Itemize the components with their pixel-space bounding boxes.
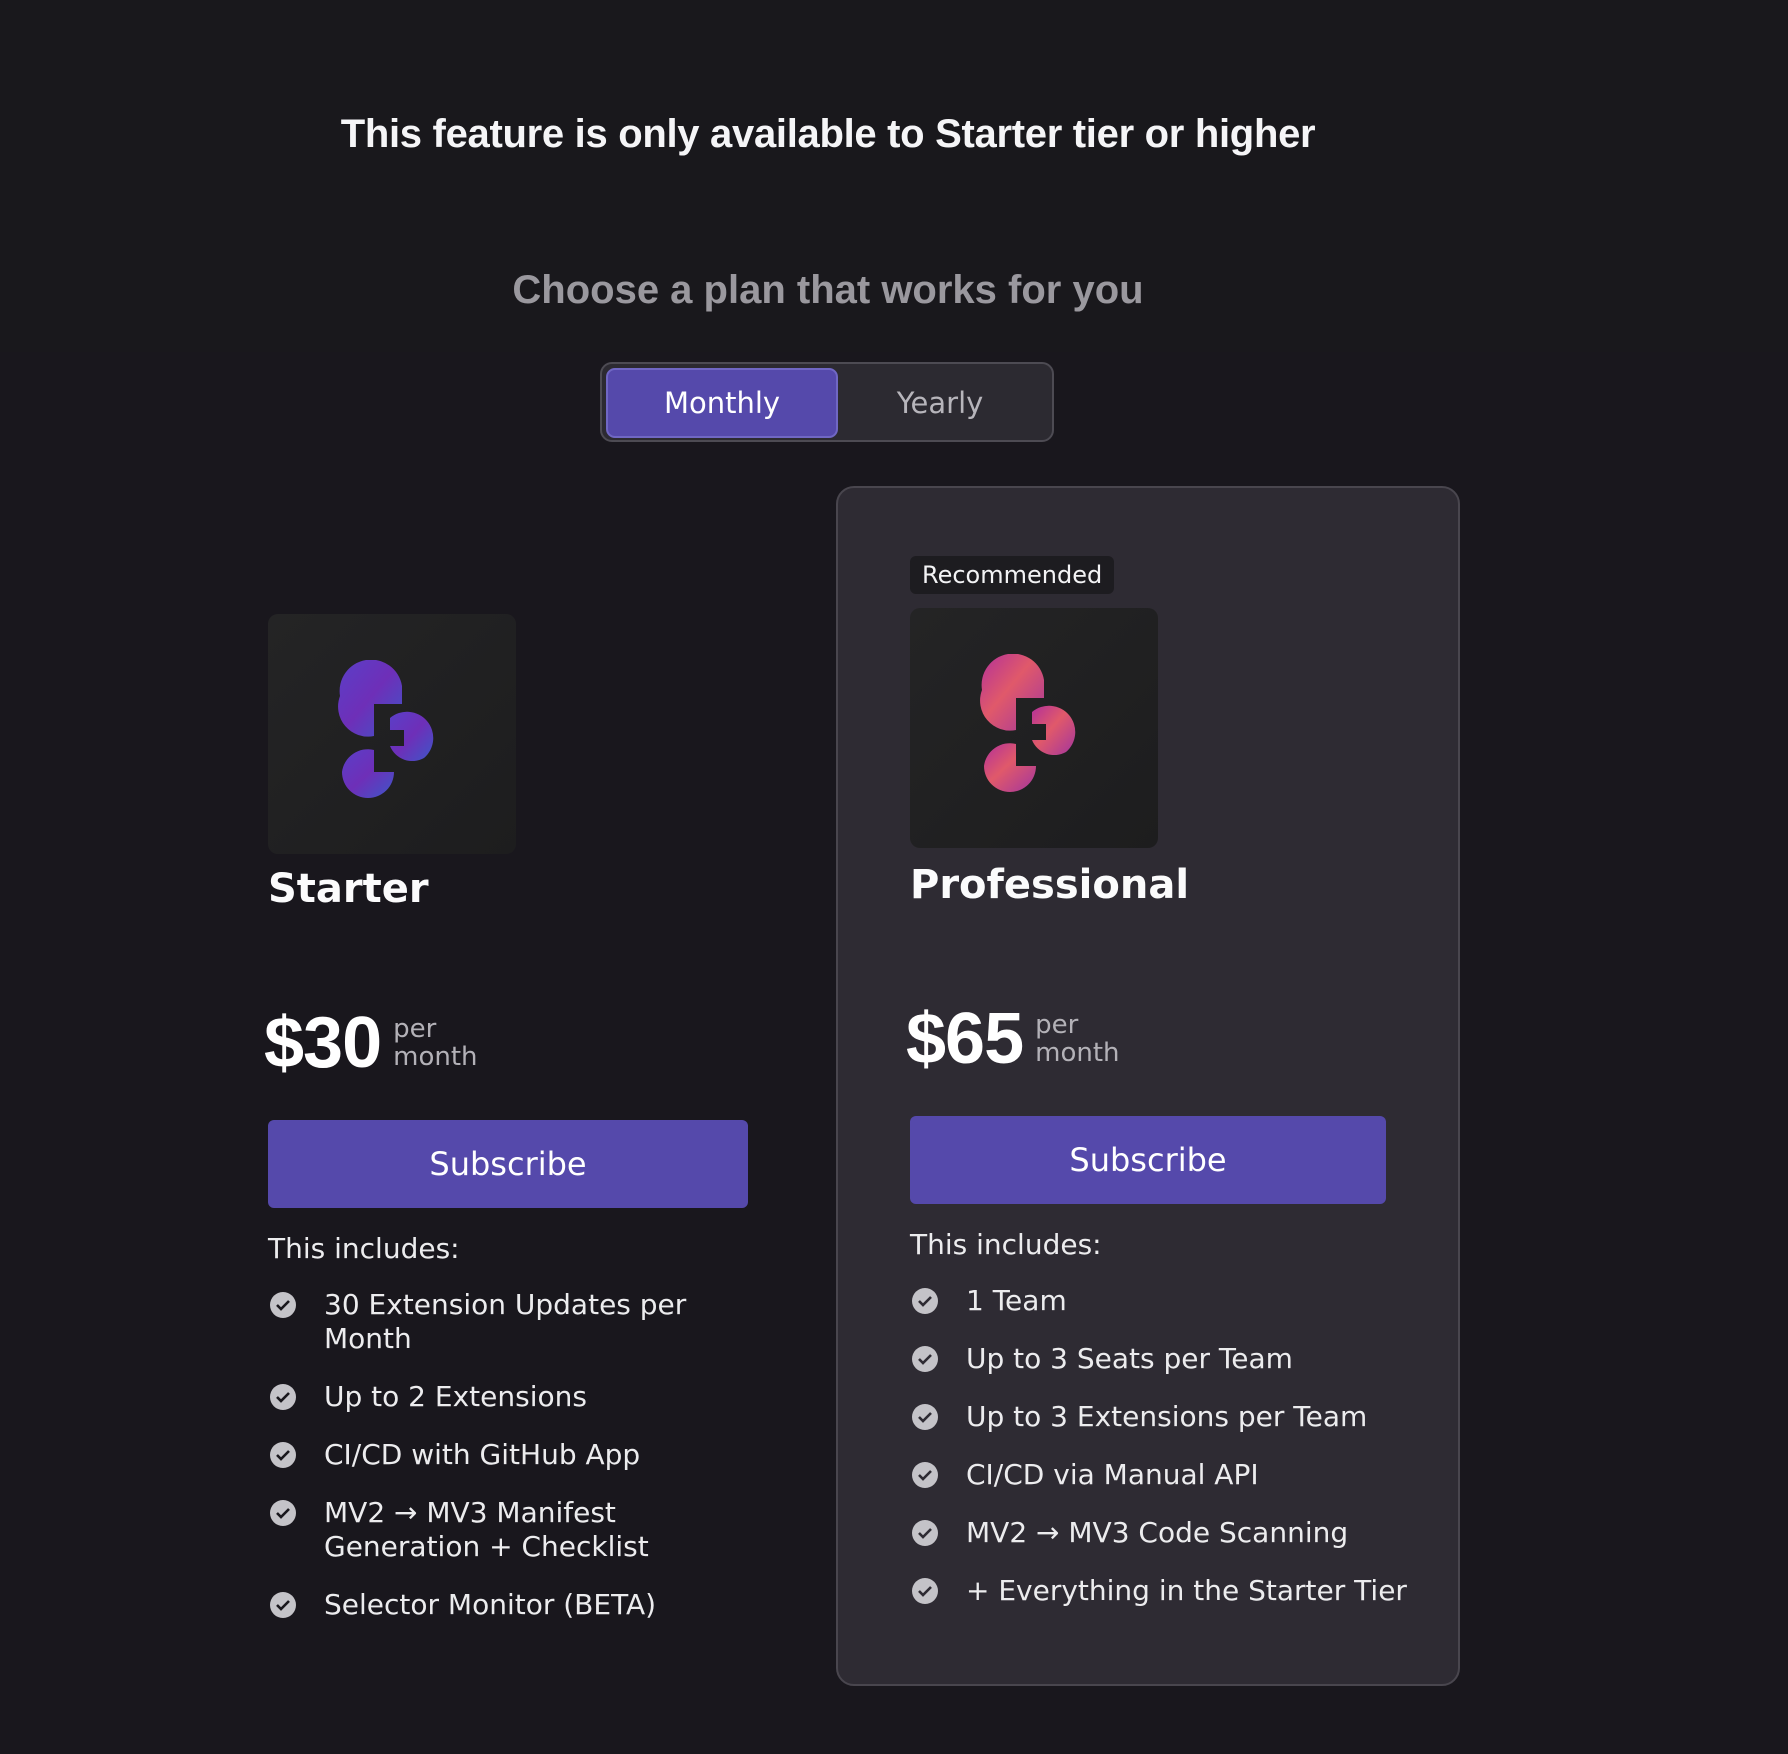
check-circle-icon [912,1404,938,1430]
feature-item: MV2 → MV3 Manifest Generation + Checklis… [268,1496,734,1564]
check-circle-icon [270,1442,296,1468]
feature-list: 30 Extension Updates per Month Up to 2 E… [268,1288,748,1646]
plan-card-starter: Starter $30 per month Subscribe This inc… [264,612,748,1632]
check-circle-icon [912,1578,938,1604]
feature-item: Up to 2 Extensions [268,1380,748,1414]
includes-label: This includes: [910,1228,1102,1261]
check-circle-icon [270,1292,296,1318]
check-circle-icon [912,1520,938,1546]
includes-label: This includes: [268,1232,460,1265]
plan-price: $30 per month [264,1002,483,1084]
subscribe-button-professional[interactable]: Subscribe [910,1116,1386,1204]
feature-item: MV2 → MV3 Code Scanning [910,1516,1450,1550]
check-circle-icon [912,1346,938,1372]
recommended-badge: Recommended [910,556,1115,594]
plan-name: Starter [268,866,429,912]
feature-item: Up to 3 Extensions per Team [910,1400,1450,1434]
feature-item: CI/CD with GitHub App [268,1438,748,1472]
billing-period-toggle: Monthly Yearly [600,362,1054,442]
price-unit: per month [1035,1010,1120,1068]
plan-subheadline: Choose a plan that works for you [512,268,1144,312]
price-amount: $65 [906,999,1024,1079]
check-circle-icon [270,1500,296,1526]
plan-name: Professional [910,862,1190,908]
upgrade-headline: This feature is only available to Starte… [340,112,1316,156]
feature-item: + Everything in the Starter Tier [910,1574,1450,1608]
check-circle-icon [270,1592,296,1618]
feature-item: 1 Team [910,1284,1450,1318]
feature-item: CI/CD via Manual API [910,1458,1450,1492]
feature-list: 1 Team Up to 3 Seats per Team Up to 3 Ex… [910,1284,1450,1632]
plan-price: $65 per month [906,998,1125,1080]
toggle-yearly[interactable]: Yearly [824,368,1056,438]
feature-item: Selector Monitor (BETA) [268,1588,748,1622]
price-amount: $30 [264,1003,382,1083]
toggle-monthly[interactable]: Monthly [606,368,838,438]
plasmo-logo-icon [268,614,516,854]
plasmo-logo-icon [910,608,1158,848]
plan-card-professional: Recommended Professional $65 per month S… [836,486,1460,1686]
check-circle-icon [270,1384,296,1410]
check-circle-icon [912,1462,938,1488]
feature-item: Up to 3 Seats per Team [910,1342,1450,1376]
feature-item: 30 Extension Updates per Month [268,1288,734,1356]
price-unit: per month [393,1014,478,1072]
check-circle-icon [912,1288,938,1314]
subscribe-button-starter[interactable]: Subscribe [268,1120,748,1208]
